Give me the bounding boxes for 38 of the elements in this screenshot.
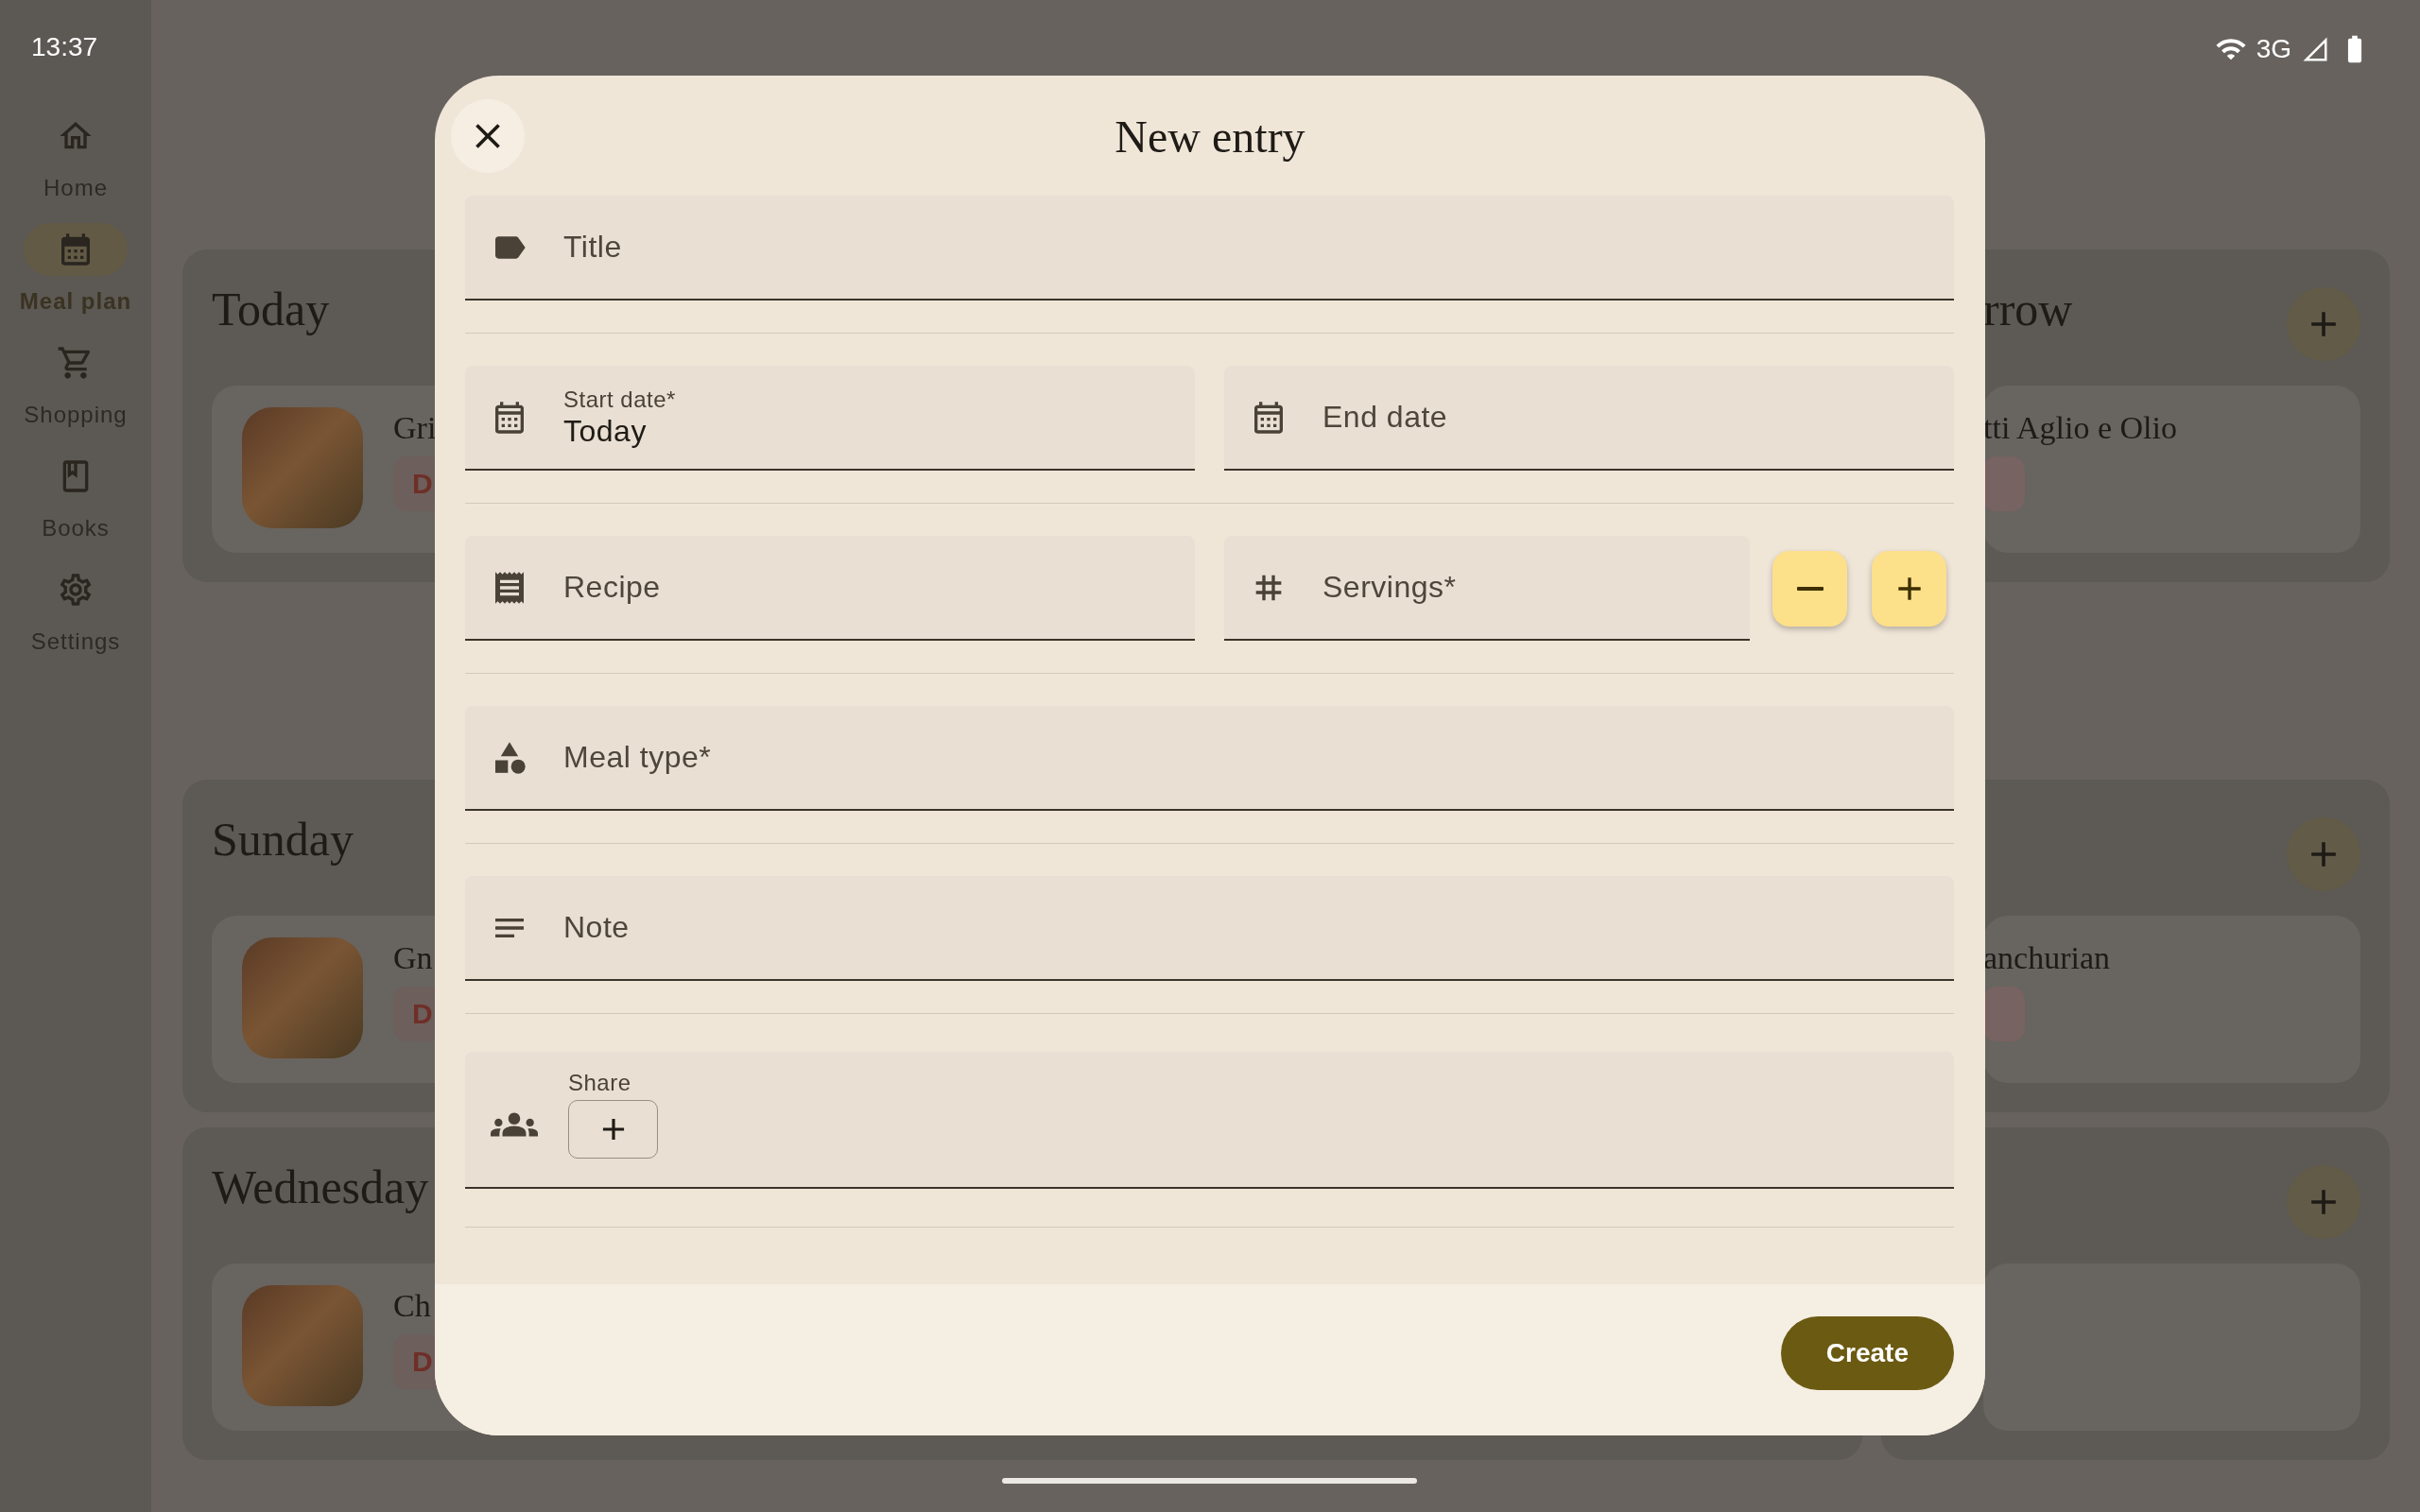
dialog-title: New entry (1114, 110, 1306, 163)
text-input[interactable]: Servings* (1322, 570, 1750, 605)
signal-icon (2301, 35, 2329, 63)
text-input[interactable]: End date (1322, 400, 1954, 435)
title-field[interactable]: Title (465, 196, 1954, 301)
minus-icon (1796, 586, 1824, 591)
meal-tag (1983, 987, 2025, 1041)
text-input[interactable]: Meal type* (563, 740, 1954, 775)
day-title: Wednesday (212, 1160, 429, 1215)
date-field[interactable]: End date (1224, 366, 1954, 471)
day-title: Sunday (212, 812, 354, 868)
meal-title: Ch (393, 1287, 432, 1325)
meal-type-field[interactable]: Meal type* (465, 706, 1954, 811)
create-button[interactable]: Create (1780, 1316, 1954, 1390)
meal-tag (1983, 456, 2025, 511)
text-input[interactable]: Note (563, 910, 1954, 945)
text-input[interactable]: Today (563, 414, 1195, 449)
meal-title: Gn (393, 939, 434, 977)
meal-card[interactable]: tti Aglio e Olio (1983, 386, 2360, 553)
status-time: 13:37 (31, 31, 98, 63)
recipe-field[interactable]: Recipe (465, 536, 1195, 641)
network-type: 3G (2256, 34, 2291, 64)
increase-button[interactable] (1872, 550, 1946, 627)
meal-title: anchurian (1983, 939, 2111, 977)
date-field[interactable]: Start date* Today (465, 366, 1195, 471)
servings-field[interactable]: Servings* (1224, 536, 1750, 641)
decrease-button[interactable] (1772, 550, 1847, 627)
add-share-button[interactable] (568, 1100, 658, 1159)
meal-title: Gri (393, 409, 438, 447)
day-title: rrow (1983, 282, 2073, 337)
meal-card[interactable]: anchurian (1983, 916, 2360, 1083)
day-title: Today (212, 282, 330, 337)
text-input[interactable]: Recipe (563, 570, 1195, 605)
note-field[interactable]: Note (465, 876, 1954, 981)
meal-title: tti Aglio e Olio (1983, 409, 2177, 447)
field-label: Start date* (563, 386, 677, 414)
field-label: Share (568, 1069, 632, 1097)
text-input[interactable]: Title (563, 230, 1954, 265)
